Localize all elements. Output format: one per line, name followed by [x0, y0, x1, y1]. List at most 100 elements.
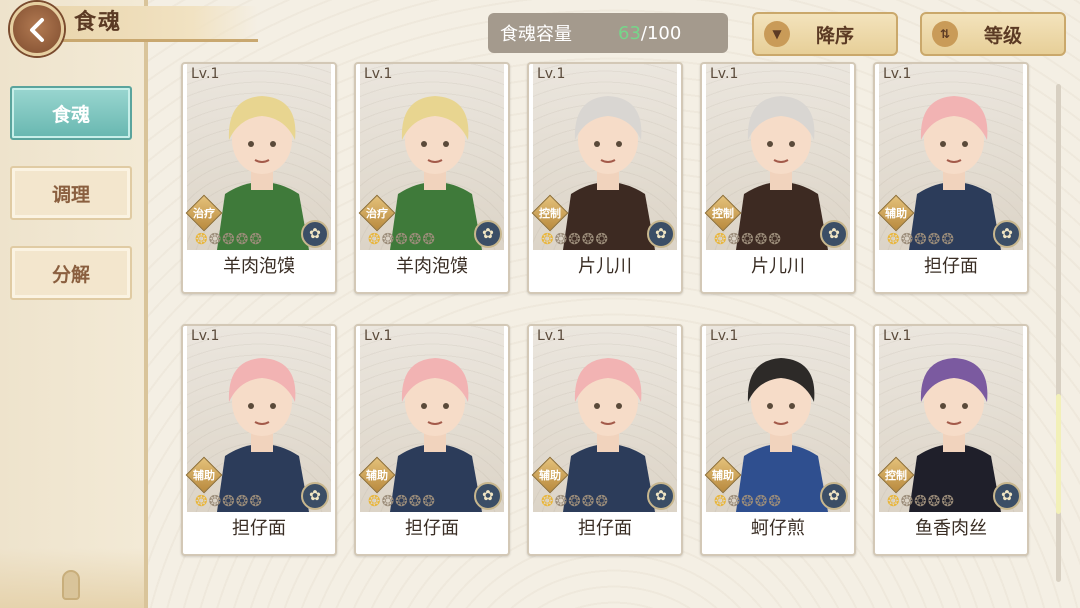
star-icon: ❂: [941, 230, 954, 248]
star-icon: ❂: [222, 230, 235, 248]
star-icon: ❂: [568, 492, 581, 510]
character-name: 羊肉泡馍: [396, 256, 468, 277]
food-soul-card[interactable]: Lv.1 控制 ❂ ❂ ❂ ❂ ❂ ✿ 片儿川: [700, 62, 856, 294]
flower-emblem-icon: ✿: [301, 482, 329, 510]
tab-label: 调理: [51, 183, 90, 206]
level-label: Lv.1: [710, 328, 739, 344]
flower-emblem-icon: ✿: [993, 482, 1021, 510]
star-icon: ❂: [595, 230, 608, 248]
flower-emblem-icon: ✿: [820, 482, 848, 510]
tab-label: 食魂: [51, 103, 90, 126]
flower-emblem-icon: ✿: [993, 220, 1021, 248]
tab-label: 分解: [51, 263, 90, 286]
role-badge: 治疗: [185, 194, 223, 232]
role-badge: 控制: [531, 194, 569, 232]
back-button[interactable]: [10, 2, 64, 56]
food-soul-card[interactable]: Lv.1 辅助 ❂ ❂ ❂ ❂ ❂ ✿ 担仔面: [527, 324, 683, 556]
character-name: 担仔面: [405, 518, 459, 539]
role-label: 控制: [539, 207, 561, 220]
chevron-left-icon: [30, 18, 44, 42]
star-icon: ❂: [249, 492, 262, 510]
role-badge: 治疗: [358, 194, 396, 232]
star-icon: ❂: [554, 230, 568, 248]
flower-emblem-icon: ✿: [301, 220, 329, 248]
star-rating: ❂ ❂ ❂ ❂ ❂: [714, 230, 781, 248]
star-icon: ❂: [927, 230, 941, 248]
star-icon: ❂: [395, 492, 408, 510]
level-label: Lv.1: [710, 66, 739, 82]
star-icon: ❂: [595, 492, 608, 510]
star-icon: ❂: [195, 230, 208, 248]
role-badge: 控制: [704, 194, 742, 232]
star-icon: ❂: [741, 492, 754, 510]
star-rating: ❂ ❂ ❂ ❂ ❂: [195, 492, 262, 510]
food-soul-card[interactable]: Lv.1 辅助 ❂ ❂ ❂ ❂ ❂ ✿ 蚵仔煎: [700, 324, 856, 556]
tab-cultivate[interactable]: 调理: [10, 166, 132, 220]
level-label: Lv.1: [883, 66, 912, 82]
star-icon: ❂: [754, 230, 768, 248]
level-label: Lv.1: [364, 66, 393, 82]
role-label: 辅助: [885, 207, 907, 220]
food-soul-card[interactable]: Lv.1 治疗 ❂ ❂ ❂ ❂ ❂ ✿ 羊肉泡馍: [181, 62, 337, 294]
character-name: 担仔面: [578, 518, 632, 539]
triangle-down-icon: ▼: [764, 21, 790, 47]
food-soul-card[interactable]: Lv.1 辅助 ❂ ❂ ❂ ❂ ❂ ✿ 担仔面: [354, 324, 510, 556]
sort-order-button[interactable]: ▼ 降序: [752, 12, 898, 56]
role-label: 辅助: [539, 469, 561, 482]
capacity-label: 食魂容量: [500, 24, 572, 45]
star-icon: ❂: [541, 230, 554, 248]
role-badge: 辅助: [704, 456, 742, 494]
star-rating: ❂ ❂ ❂ ❂ ❂: [541, 230, 608, 248]
star-icon: ❂: [249, 230, 262, 248]
star-rating: ❂ ❂ ❂ ❂ ❂: [368, 230, 435, 248]
star-icon: ❂: [422, 492, 435, 510]
role-label: 辅助: [366, 469, 388, 482]
star-icon: ❂: [581, 230, 595, 248]
role-label: 辅助: [712, 469, 734, 482]
role-badge: 辅助: [877, 194, 915, 232]
food-soul-card[interactable]: Lv.1 辅助 ❂ ❂ ❂ ❂ ❂ ✿ 担仔面: [873, 62, 1029, 294]
star-icon: ❂: [754, 492, 768, 510]
scrollbar-thumb[interactable]: [1056, 394, 1061, 514]
role-label: 治疗: [193, 207, 215, 220]
sort-field-button[interactable]: ⇅ 等级: [920, 12, 1066, 56]
star-rating: ❂ ❂ ❂ ❂ ❂: [541, 492, 608, 510]
star-icon: ❂: [714, 230, 727, 248]
flower-emblem-icon: ✿: [647, 482, 675, 510]
star-icon: ❂: [368, 492, 381, 510]
flower-emblem-icon: ✿: [647, 220, 675, 248]
food-soul-card[interactable]: Lv.1 控制 ❂ ❂ ❂ ❂ ❂ ✿ 片儿川: [527, 62, 683, 294]
food-soul-card[interactable]: Lv.1 控制 ❂ ❂ ❂ ❂ ❂ ✿ 鱼香肉丝: [873, 324, 1029, 556]
character-name: 羊肉泡馍: [223, 256, 295, 277]
tab-food-souls[interactable]: 食魂: [10, 86, 132, 140]
star-icon: ❂: [381, 492, 395, 510]
capacity-display: 食魂容量 63 / 100: [488, 13, 728, 53]
star-icon: ❂: [900, 230, 914, 248]
star-icon: ❂: [208, 230, 222, 248]
scrollbar[interactable]: [1056, 84, 1061, 582]
flower-emblem-icon: ✿: [820, 220, 848, 248]
character-name: 片儿川: [578, 256, 632, 277]
character-name: 担仔面: [232, 518, 286, 539]
character-name: 担仔面: [924, 256, 978, 277]
star-icon: ❂: [927, 492, 941, 510]
sort-field-label: 等级: [984, 24, 1023, 47]
flower-emblem-icon: ✿: [474, 482, 502, 510]
star-icon: ❂: [541, 492, 554, 510]
star-icon: ❂: [368, 230, 381, 248]
star-rating: ❂ ❂ ❂ ❂ ❂: [195, 230, 262, 248]
star-icon: ❂: [568, 230, 581, 248]
tab-disassemble[interactable]: 分解: [10, 246, 132, 300]
food-soul-card[interactable]: Lv.1 治疗 ❂ ❂ ❂ ❂ ❂ ✿ 羊肉泡馍: [354, 62, 510, 294]
food-soul-card[interactable]: Lv.1 辅助 ❂ ❂ ❂ ❂ ❂ ✿ 担仔面: [181, 324, 337, 556]
level-label: Lv.1: [537, 328, 566, 344]
star-icon: ❂: [581, 492, 595, 510]
role-label: 控制: [712, 207, 734, 220]
star-icon: ❂: [887, 492, 900, 510]
star-icon: ❂: [768, 230, 781, 248]
sort-order-label: 降序: [816, 24, 855, 47]
star-icon: ❂: [395, 230, 408, 248]
star-rating: ❂ ❂ ❂ ❂ ❂: [887, 492, 954, 510]
star-icon: ❂: [727, 230, 741, 248]
level-label: Lv.1: [191, 328, 220, 344]
